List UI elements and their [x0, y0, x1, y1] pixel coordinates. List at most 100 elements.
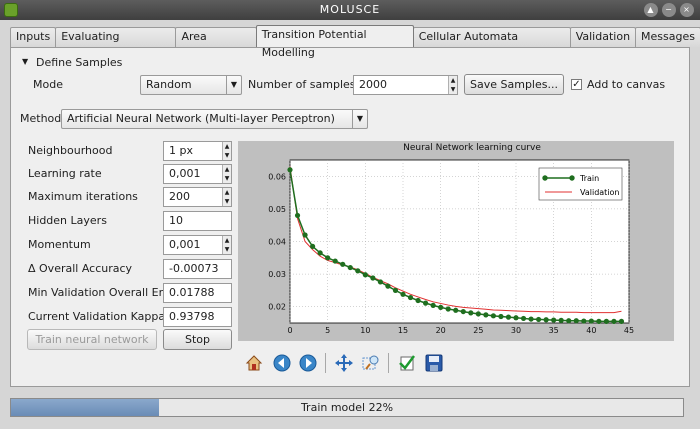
mode-value: Random	[146, 78, 192, 91]
series-train-point	[340, 261, 346, 267]
back-icon[interactable]	[272, 353, 292, 373]
y-tick-label: 0.05	[268, 205, 286, 214]
close-icon[interactable]: ×	[680, 3, 694, 17]
tab-area-changes[interactable]: Area Changes	[175, 27, 257, 61]
learning-rate-value: 0,001	[169, 167, 201, 180]
mode-combo[interactable]: Random ▼	[140, 75, 242, 95]
save-icon[interactable]	[424, 353, 444, 373]
series-train-point	[287, 167, 293, 173]
series-train-point	[438, 304, 444, 310]
spin-arrows-icon[interactable]: ▲ ▼	[222, 188, 231, 206]
mode-label: Mode	[33, 78, 63, 91]
tab-transition-potential-modelling[interactable]: Transition Potential Modelling	[255, 25, 414, 59]
maximize-icon[interactable]: ▲	[644, 3, 658, 17]
tab-messages[interactable]: Messages	[635, 27, 700, 47]
series-train-point	[618, 318, 625, 324]
zoom-icon[interactable]	[361, 353, 381, 373]
hidden-layers-field[interactable]: 10	[163, 211, 232, 231]
series-train-point	[294, 212, 301, 219]
spin-arrows-icon[interactable]: ▲ ▼	[222, 236, 231, 254]
x-tick-label: 0	[287, 326, 292, 335]
minimize-icon[interactable]: −	[662, 3, 676, 17]
toolbar-separator	[325, 353, 326, 373]
y-tick-label: 0.02	[268, 303, 286, 312]
series-train-point	[400, 291, 406, 297]
pan-icon[interactable]	[334, 353, 354, 373]
x-tick-label: 20	[436, 326, 446, 335]
collapse-arrow-icon[interactable]: ▼	[22, 57, 28, 66]
validation-kappa-label: Current Validation Kappa	[28, 310, 166, 323]
y-tick-label: 0.06	[268, 172, 286, 181]
legend-train-label: Train	[579, 174, 599, 183]
chart-title: Neural Network learning curve	[403, 143, 541, 153]
x-tick-label: 25	[473, 326, 483, 335]
series-train-point	[385, 283, 391, 289]
validation-kappa-field: 0.93798	[163, 307, 232, 327]
series-train-point	[596, 318, 602, 324]
series-train-point	[377, 279, 383, 285]
series-train-point	[355, 268, 361, 274]
configure-icon[interactable]	[397, 353, 417, 373]
window-title: MOLUSCE	[319, 3, 381, 16]
add-to-canvas-checkbox[interactable]: ✓	[571, 79, 582, 90]
legend-validation-label: Validation	[580, 188, 620, 197]
forward-icon[interactable]	[298, 353, 318, 373]
neighbourhood-value: 1 px	[169, 144, 193, 157]
series-train-point	[520, 315, 527, 322]
series-train-point	[347, 264, 353, 271]
overall-accuracy-field: -0.00073	[163, 259, 232, 279]
spin-arrows-icon[interactable]: ▲ ▼	[222, 165, 231, 183]
series-train-point	[566, 318, 572, 324]
min-validation-error-label: Min Validation Overall Error	[28, 286, 179, 299]
series-train-point	[528, 316, 534, 322]
series-train-point	[317, 250, 323, 256]
overall-accuracy-label: Δ Overall Accuracy	[28, 262, 133, 275]
series-train-point	[475, 311, 481, 317]
tab-cellular-automata-simulation[interactable]: Cellular Automata Simulation	[412, 27, 571, 61]
tab-evaluating-correlation[interactable]: Evaluating correlation	[55, 27, 177, 61]
learning-rate-label: Learning rate	[28, 167, 102, 180]
chevron-down-icon: ▼	[226, 76, 241, 94]
learning-rate-spinbox[interactable]: 0,001 ▲ ▼	[163, 164, 232, 184]
x-tick-label: 10	[360, 326, 370, 335]
define-samples-header[interactable]: Define Samples	[36, 56, 122, 69]
x-tick-label: 45	[624, 326, 634, 335]
series-train-point	[445, 306, 451, 312]
stop-button[interactable]: Stop	[163, 329, 232, 350]
samples-spinbox[interactable]: 2000 ▲ ▼	[353, 75, 458, 95]
max-iterations-spinbox[interactable]: 200 ▲ ▼	[163, 187, 232, 207]
hidden-layers-label: Hidden Layers	[28, 214, 107, 227]
train-progress-bar: Train model 22%	[10, 398, 684, 417]
series-train-point	[415, 297, 421, 304]
series-train-point	[581, 318, 587, 324]
series-train-point	[551, 317, 557, 323]
tab-inputs[interactable]: Inputs	[10, 27, 57, 47]
series-train-point	[362, 272, 368, 278]
series-train-point	[611, 318, 617, 324]
series-train-point	[468, 310, 474, 316]
series-train-point	[407, 294, 414, 301]
series-train-point	[543, 317, 549, 323]
momentum-spinbox[interactable]: 0,001 ▲ ▼	[163, 235, 232, 255]
legend-train-marker	[569, 175, 575, 181]
home-icon[interactable]	[244, 353, 264, 373]
legend-train-marker	[542, 175, 548, 181]
spin-arrows-icon[interactable]: ▲ ▼	[222, 142, 231, 160]
neighbourhood-spinbox[interactable]: 1 px ▲ ▼	[163, 141, 232, 161]
max-iterations-label: Maximum iterations	[28, 190, 138, 203]
toolbar-separator	[388, 353, 389, 373]
series-train-point	[332, 258, 338, 264]
tab-validation[interactable]: Validation	[569, 27, 637, 47]
method-combo[interactable]: Artificial Neural Network (Multi-layer P…	[61, 109, 368, 129]
spin-arrows-icon[interactable]: ▲ ▼	[448, 76, 457, 94]
series-train-point	[513, 315, 519, 321]
momentum-value: 0,001	[169, 238, 201, 251]
chart-legend: Train Validation	[538, 167, 623, 201]
save-samples-button[interactable]: Save Samples...	[464, 74, 564, 95]
max-iterations-value: 200	[169, 190, 190, 203]
samples-value: 2000	[359, 78, 387, 91]
qgis-app-icon	[4, 3, 18, 17]
samples-label: Number of samples	[248, 78, 356, 91]
series-train-point	[453, 307, 459, 313]
train-network-button[interactable]: Train neural network	[27, 329, 157, 350]
